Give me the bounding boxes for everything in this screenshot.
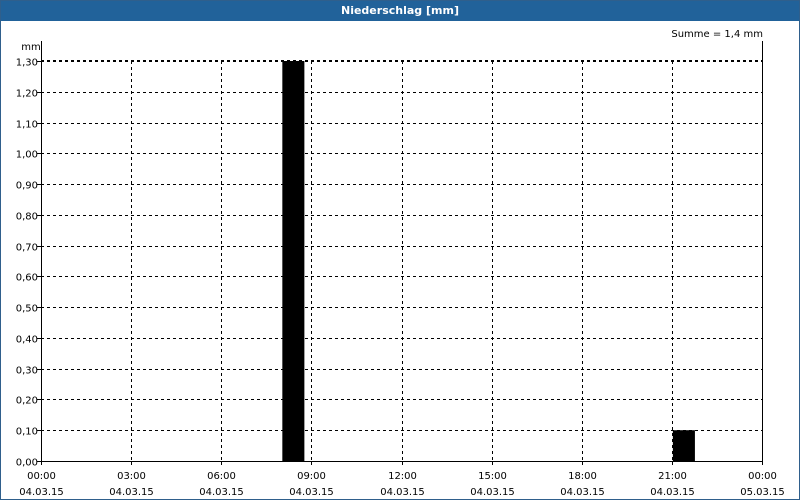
- y-tick-label: 1,20: [16, 89, 38, 100]
- y-tick-label: 0,60: [16, 273, 38, 284]
- x-tick-time-label: 03:00: [117, 471, 146, 482]
- y-tick-label: 0,90: [16, 181, 38, 192]
- x-tick-date-label: 04.03.15: [650, 487, 695, 498]
- x-tick-date-label: 04.03.15: [289, 487, 334, 498]
- y-tick-label: 1,10: [16, 120, 38, 131]
- y-tick-label: 0,50: [16, 304, 38, 315]
- y-tick-label: 0,00: [16, 458, 38, 469]
- x-tick-date-label: 05.03.15: [740, 487, 785, 498]
- x-tick-date-label: 04.03.15: [109, 487, 154, 498]
- y-tick-label: 1,00: [16, 150, 38, 161]
- x-tick-date-label: 04.03.15: [470, 487, 515, 498]
- x-tick-date-label: 04.03.15: [19, 487, 64, 498]
- precipitation-bar: [672, 430, 695, 461]
- precipitation-bar: [282, 61, 305, 461]
- chart-window: Niederschlag [mm] Summe = 1,4 mm mm 0,00…: [0, 0, 800, 500]
- y-tick-label: 0,80: [16, 212, 38, 223]
- x-tick-time-label: 21:00: [658, 471, 687, 482]
- y-tick-label: 1,30: [16, 58, 38, 69]
- y-tick-label: 0,40: [16, 335, 38, 346]
- y-tick-label: 0,20: [16, 396, 38, 407]
- y-tick-label: 0,30: [16, 366, 38, 377]
- x-tick-time-label: 12:00: [388, 471, 417, 482]
- x-tick-time-label: 18:00: [568, 471, 597, 482]
- sum-label: Summe = 1,4 mm: [671, 29, 763, 40]
- x-tick-date-label: 04.03.15: [560, 487, 605, 498]
- y-tick-label: 0,10: [16, 427, 38, 438]
- x-tick-date-label: 04.03.15: [199, 487, 244, 498]
- y-tick-label: 0,70: [16, 243, 38, 254]
- x-tick-time-label: 09:00: [297, 471, 326, 482]
- x-tick-time-label: 00:00: [748, 471, 777, 482]
- y-axis-unit-label: mm: [21, 42, 40, 53]
- precipitation-chart: Summe = 1,4 mm mm 0,00 0,10 0,20 0,30 0,40 0,…: [16, 29, 785, 498]
- x-tick-time-label: 00:00: [27, 471, 56, 482]
- x-tick-time-label: 15:00: [478, 471, 507, 482]
- x-tick-date-label: 04.03.15: [380, 487, 425, 498]
- x-tick-time-label: 06:00: [207, 471, 236, 482]
